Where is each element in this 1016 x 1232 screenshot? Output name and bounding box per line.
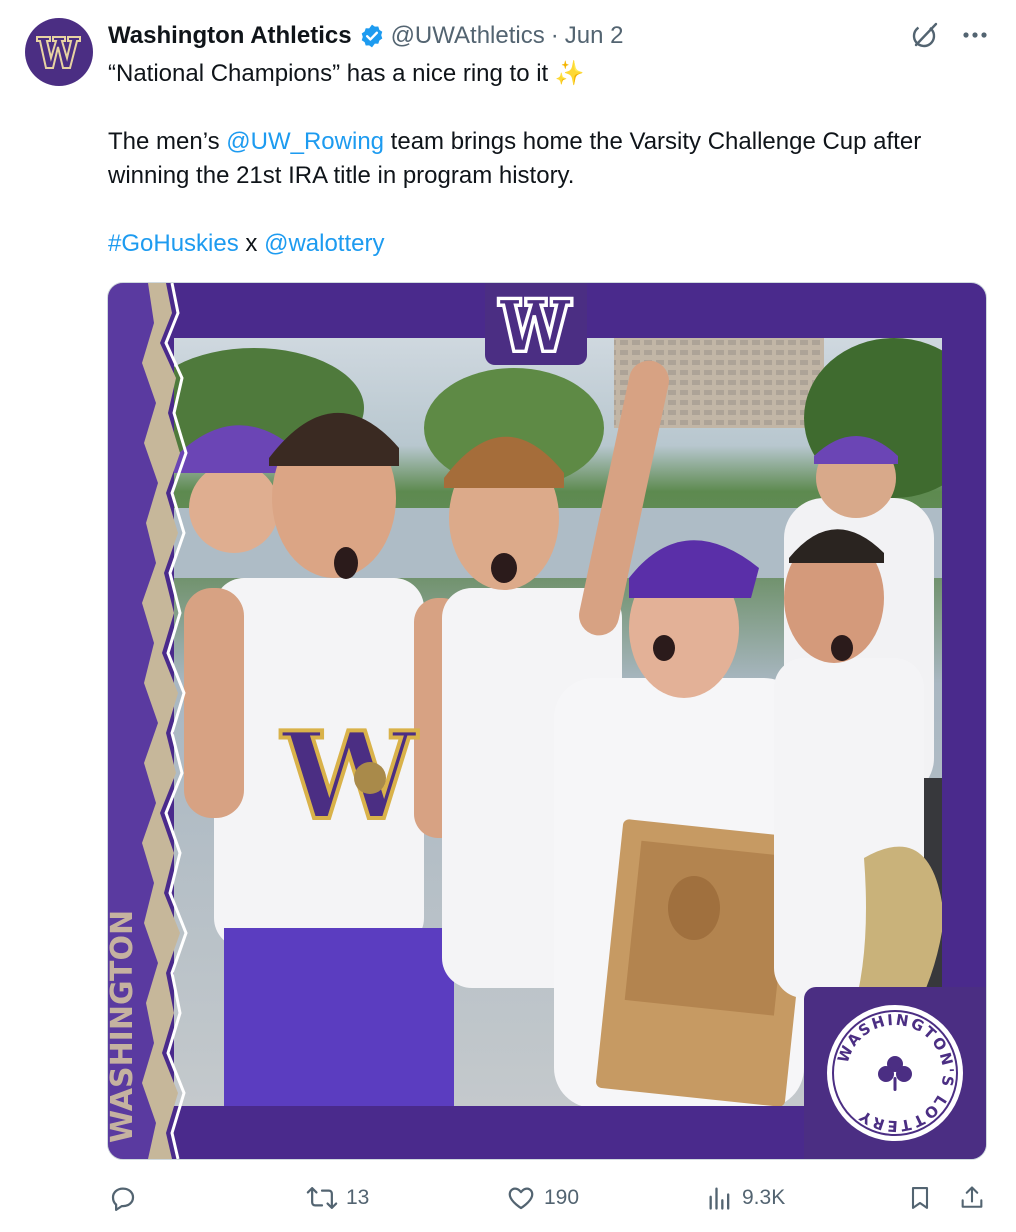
tweet-header: Washington Athletics @UWAthletics · Jun … [108, 18, 623, 54]
torn-paper-edge: WASHINGTON [108, 283, 188, 1159]
text-segment: The men’s [108, 128, 227, 155]
views-button[interactable]: 9.3K [706, 1178, 785, 1218]
tweet-tags-line: #GoHuskies x @walottery [108, 227, 988, 261]
hashtag-gohuskies[interactable]: #GoHuskies [108, 230, 239, 257]
lottery-logo-icon: WASHINGTON'S LOTTERY [827, 1005, 963, 1141]
retweet-count: 13 [346, 1186, 370, 1209]
separator-dot: · [550, 22, 559, 49]
reply-button[interactable] [108, 1178, 146, 1218]
heart-icon [508, 1187, 534, 1210]
post-date[interactable]: Jun 2 [565, 22, 624, 50]
share-icon [961, 1186, 983, 1208]
uw-w-logo-icon [496, 296, 574, 353]
svg-text:W: W [280, 706, 419, 847]
mention-walottery[interactable]: @walottery [264, 230, 384, 257]
media-image[interactable]: W WASHINGTON WASHINGTON'S LOTTERY [107, 282, 987, 1160]
bookmark-icon [911, 1187, 929, 1209]
text-segment: x [238, 230, 265, 257]
tweet-text: “National Champions” has a nice ring to … [108, 57, 988, 261]
like-count: 190 [544, 1186, 580, 1209]
uw-w-logo-icon [36, 36, 81, 69]
share-button[interactable] [958, 1178, 986, 1218]
avatar[interactable] [25, 18, 93, 86]
side-text: WASHINGTON [108, 910, 140, 1143]
mention-uw-rowing[interactable]: @UW_Rowing [226, 128, 384, 155]
reply-icon [111, 1187, 135, 1211]
retweet-button[interactable]: 13 [306, 1178, 369, 1218]
like-button[interactable]: 190 [506, 1178, 579, 1218]
grok-icon[interactable] [910, 20, 940, 50]
uw-w-logo [485, 283, 587, 365]
views-count: 9.3K [742, 1186, 786, 1209]
tweet-paragraph-2: The men’s @UW_Rowing team brings home th… [108, 125, 988, 193]
washingtons-lottery-badge: WASHINGTON'S LOTTERY [804, 987, 986, 1159]
retweet-icon [306, 1187, 338, 1209]
tweet-actions: 13 190 9.3K [108, 1178, 988, 1218]
verified-badge-icon [359, 23, 385, 49]
analytics-icon [709, 1187, 730, 1210]
author-handle[interactable]: @UWAthletics [391, 22, 545, 50]
bookmark-button[interactable] [906, 1178, 934, 1218]
tweet-line-1: “National Champions” has a nice ring to … [108, 60, 585, 87]
author-name[interactable]: Washington Athletics [108, 22, 352, 50]
header-icons [910, 20, 988, 50]
more-options-icon[interactable] [962, 31, 988, 39]
